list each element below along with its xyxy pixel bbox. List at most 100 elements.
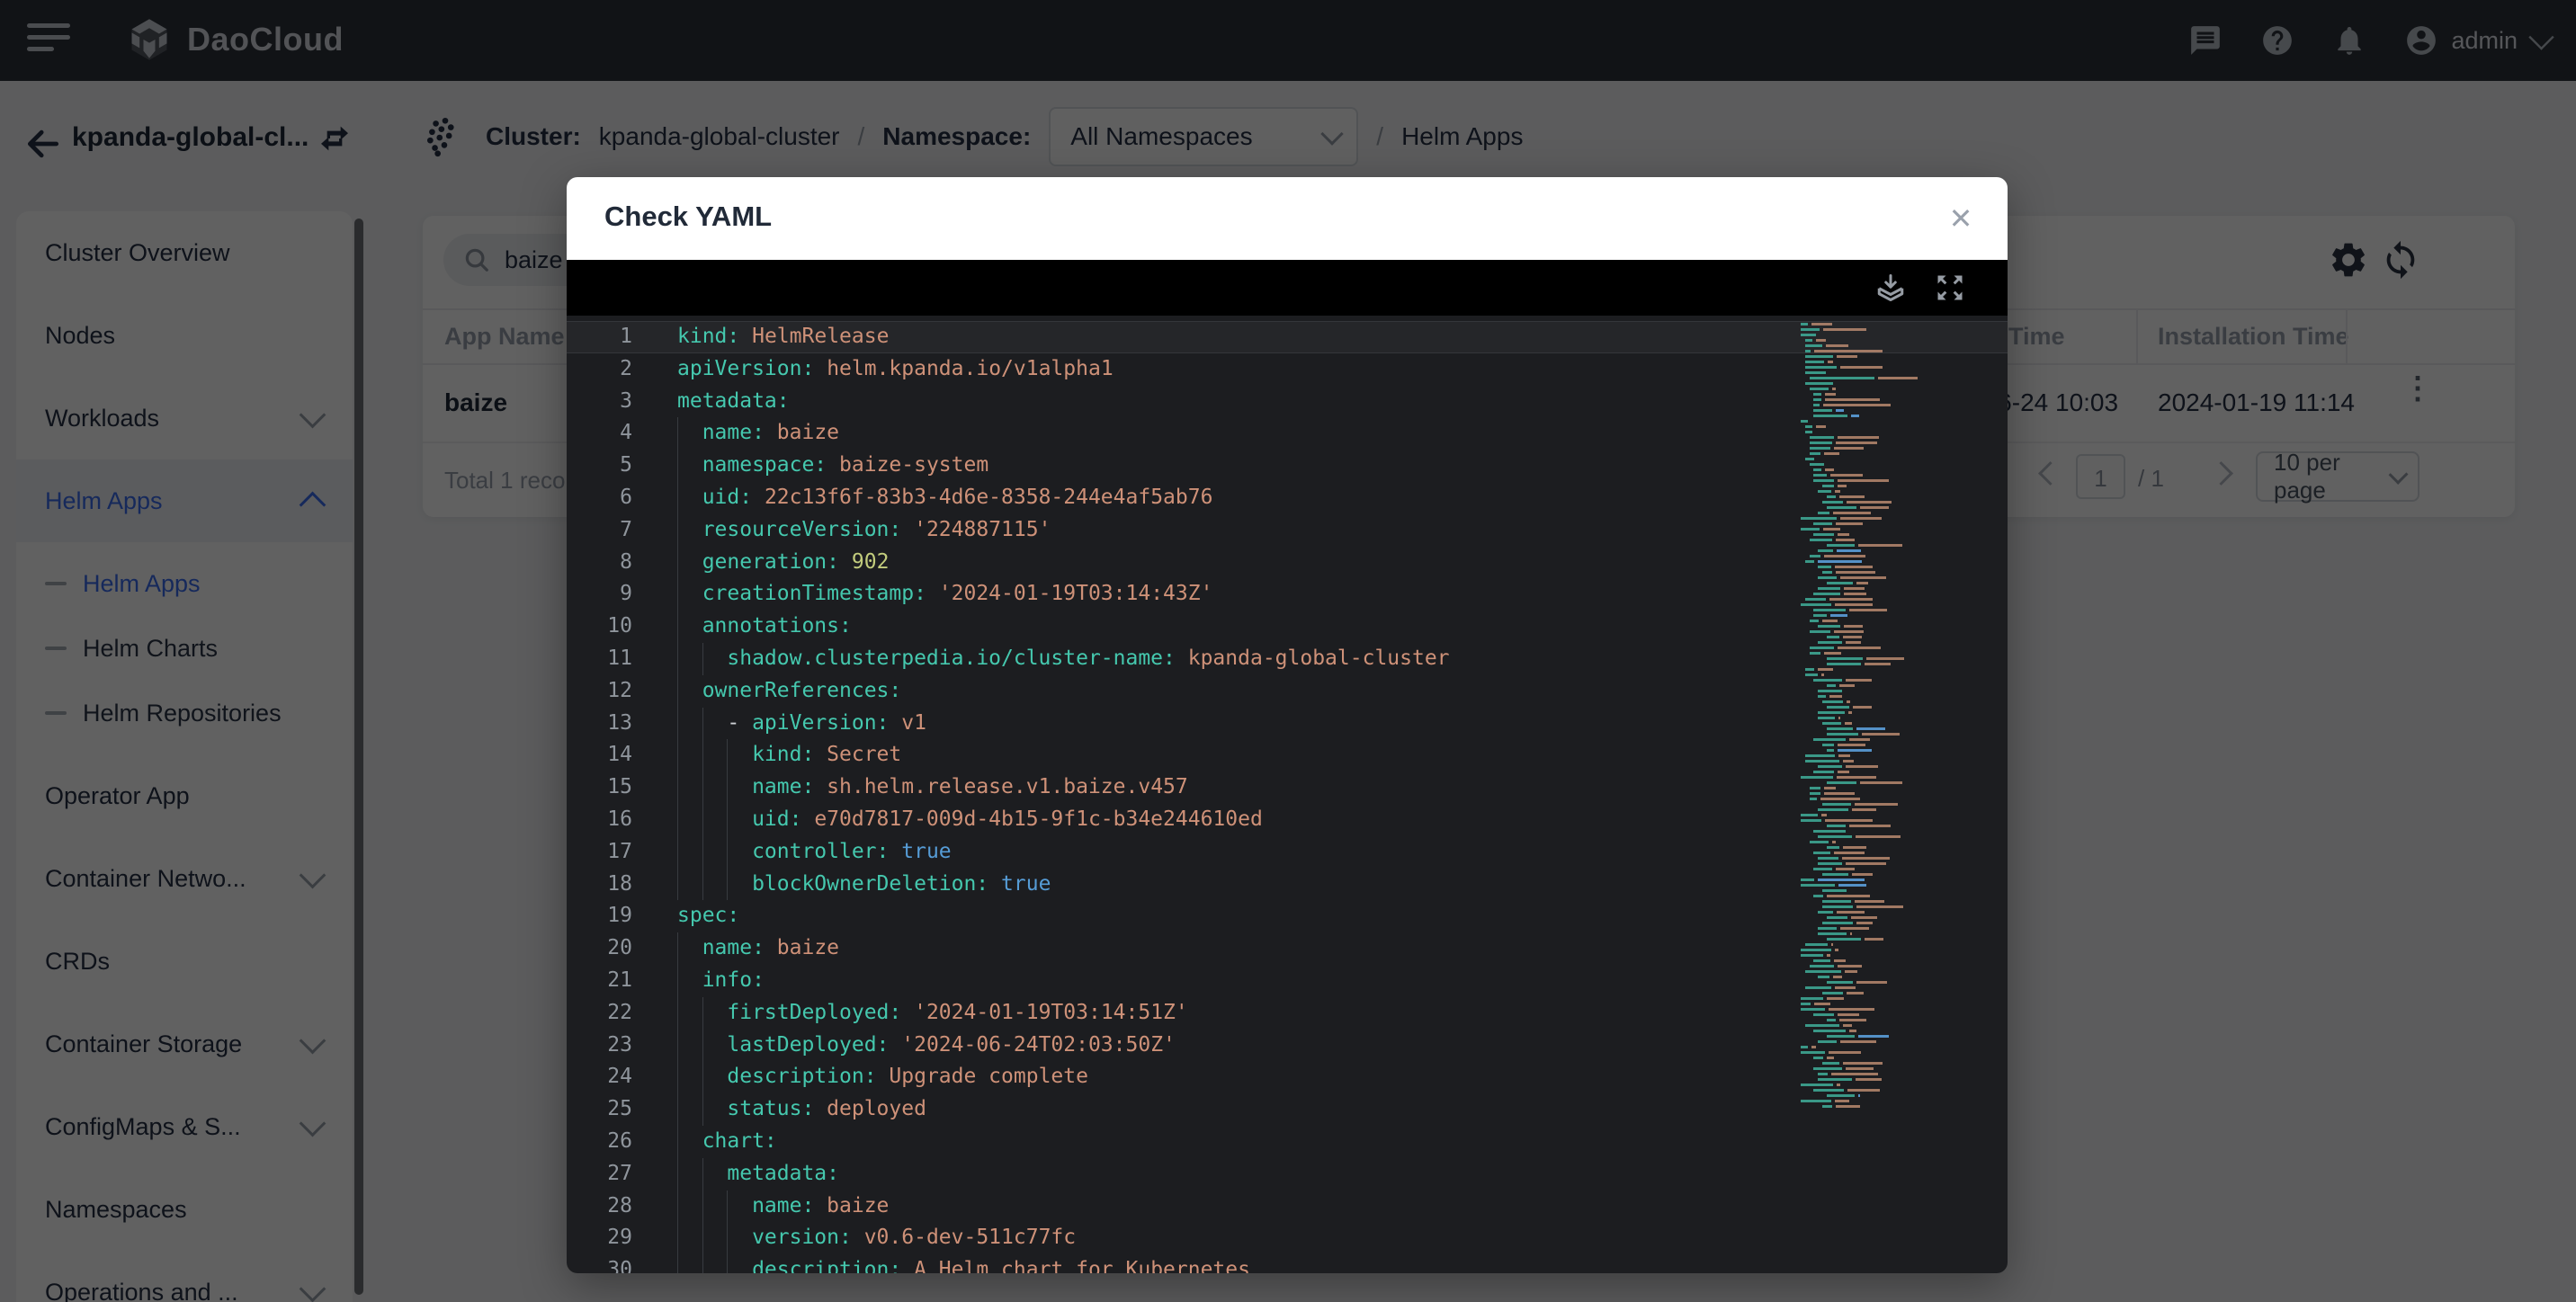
indent-guide	[677, 739, 702, 771]
yaml-line-22: 22firstDeployed: '2024-01-19T03:14:51Z'	[567, 997, 2008, 1030]
indent-guide	[727, 739, 752, 771]
line-number: 26	[567, 1126, 632, 1158]
yaml-line-13: 13- apiVersion: v1	[567, 708, 2008, 740]
yaml-line-20: 20name: baize	[567, 932, 2008, 965]
yaml-line-28: 28name: baize	[567, 1191, 2008, 1223]
line-number: 8	[567, 547, 632, 579]
yaml-line-2: 2apiVersion: helm.kpanda.io/v1alpha1	[567, 353, 2008, 386]
indent-guide	[702, 1030, 728, 1062]
line-number: 25	[567, 1093, 632, 1126]
yaml-line-1: 1kind: HelmRelease	[567, 321, 2008, 353]
line-number: 22	[567, 997, 632, 1030]
line-number: 29	[567, 1222, 632, 1254]
indent-guide	[727, 836, 752, 869]
indent-guide	[677, 965, 702, 997]
yaml-line-11: 11shadow.clusterpedia.io/cluster-name: k…	[567, 643, 2008, 675]
indent-guide	[702, 997, 728, 1030]
indent-guide	[677, 1126, 702, 1158]
indent-guide	[677, 547, 702, 579]
indent-guide	[677, 1061, 702, 1093]
yaml-line-9: 9creationTimestamp: '2024-01-19T03:14:43…	[567, 578, 2008, 611]
indent-guide	[677, 708, 702, 740]
line-number: 5	[567, 450, 632, 482]
line-number: 1	[567, 321, 632, 353]
yaml-line-4: 4name: baize	[567, 417, 2008, 450]
indent-guide	[702, 836, 728, 869]
indent-guide	[702, 1093, 728, 1126]
indent-guide	[677, 578, 702, 611]
line-number: 2	[567, 353, 632, 386]
indent-guide	[702, 804, 728, 836]
yaml-line-29: 29version: v0.6-dev-511c77fc	[567, 1222, 2008, 1254]
line-number: 30	[567, 1254, 632, 1273]
yaml-line-18: 18blockOwnerDeletion: true	[567, 869, 2008, 901]
download-yaml-icon[interactable]	[1874, 272, 1907, 304]
indent-guide	[727, 1222, 752, 1254]
yaml-line-6: 6uid: 22c13f6f-83b3-4d6e-8358-244e4af5ab…	[567, 482, 2008, 514]
yaml-line-19: 19spec:	[567, 900, 2008, 932]
indent-guide	[702, 1158, 728, 1191]
line-number: 6	[567, 482, 632, 514]
indent-guide	[677, 1191, 702, 1223]
line-number: 12	[567, 675, 632, 708]
indent-guide	[702, 1061, 728, 1093]
indent-guide	[702, 1222, 728, 1254]
close-icon[interactable]: ✕	[1941, 199, 1981, 238]
line-number: 16	[567, 804, 632, 836]
modal-header: Check YAML ✕	[567, 177, 2008, 260]
line-number: 3	[567, 386, 632, 418]
indent-guide	[727, 804, 752, 836]
indent-guide	[702, 1191, 728, 1223]
line-number: 21	[567, 965, 632, 997]
line-number: 28	[567, 1191, 632, 1223]
yaml-line-8: 8generation: 902	[567, 547, 2008, 579]
indent-guide	[702, 869, 728, 901]
indent-guide	[702, 739, 728, 771]
yaml-line-10: 10annotations:	[567, 611, 2008, 643]
indent-guide	[727, 1254, 752, 1273]
line-number: 27	[567, 1158, 632, 1191]
line-number: 17	[567, 836, 632, 869]
indent-guide	[677, 1030, 702, 1062]
yaml-editor[interactable]: 1kind: HelmRelease2apiVersion: helm.kpan…	[567, 316, 2008, 1273]
indent-guide	[677, 450, 702, 482]
indent-guide	[727, 1191, 752, 1223]
indent-guide	[677, 417, 702, 450]
yaml-line-15: 15name: sh.helm.release.v1.baize.v457	[567, 771, 2008, 804]
indent-guide	[702, 771, 728, 804]
line-number: 10	[567, 611, 632, 643]
yaml-line-24: 24description: Upgrade complete	[567, 1061, 2008, 1093]
yaml-line-27: 27metadata:	[567, 1158, 2008, 1191]
indent-guide	[727, 869, 752, 901]
indent-guide	[702, 643, 728, 675]
line-number: 13	[567, 708, 632, 740]
indent-guide	[702, 708, 728, 740]
yaml-code-lines: 1kind: HelmRelease2apiVersion: helm.kpan…	[567, 321, 2008, 1273]
indent-guide	[677, 611, 702, 643]
yaml-line-17: 17controller: true	[567, 836, 2008, 869]
editor-toolbar	[567, 260, 2008, 316]
line-number: 23	[567, 1030, 632, 1062]
yaml-line-30: 30description: A Helm chart for Kubernet…	[567, 1254, 2008, 1273]
line-number: 4	[567, 417, 632, 450]
fullscreen-icon[interactable]	[1934, 272, 1966, 304]
yaml-line-7: 7resourceVersion: '224887115'	[567, 514, 2008, 547]
line-number: 14	[567, 739, 632, 771]
indent-guide	[677, 1254, 702, 1273]
indent-guide	[677, 643, 702, 675]
yaml-line-5: 5namespace: baize-system	[567, 450, 2008, 482]
minimap[interactable]	[1801, 323, 1997, 1110]
line-number: 11	[567, 643, 632, 675]
yaml-line-25: 25status: deployed	[567, 1093, 2008, 1126]
line-number: 15	[567, 771, 632, 804]
check-yaml-modal: Check YAML ✕ 1kind: HelmRelease2apiVersi…	[567, 177, 2008, 1273]
line-number: 7	[567, 514, 632, 547]
line-number: 9	[567, 578, 632, 611]
line-number: 20	[567, 932, 632, 965]
indent-guide	[727, 771, 752, 804]
line-number: 19	[567, 900, 632, 932]
indent-guide	[677, 1093, 702, 1126]
yaml-line-26: 26chart:	[567, 1126, 2008, 1158]
app-root: DaoCloud admin kpanda-global-cl... Clus	[0, 0, 2576, 1302]
indent-guide	[677, 1222, 702, 1254]
